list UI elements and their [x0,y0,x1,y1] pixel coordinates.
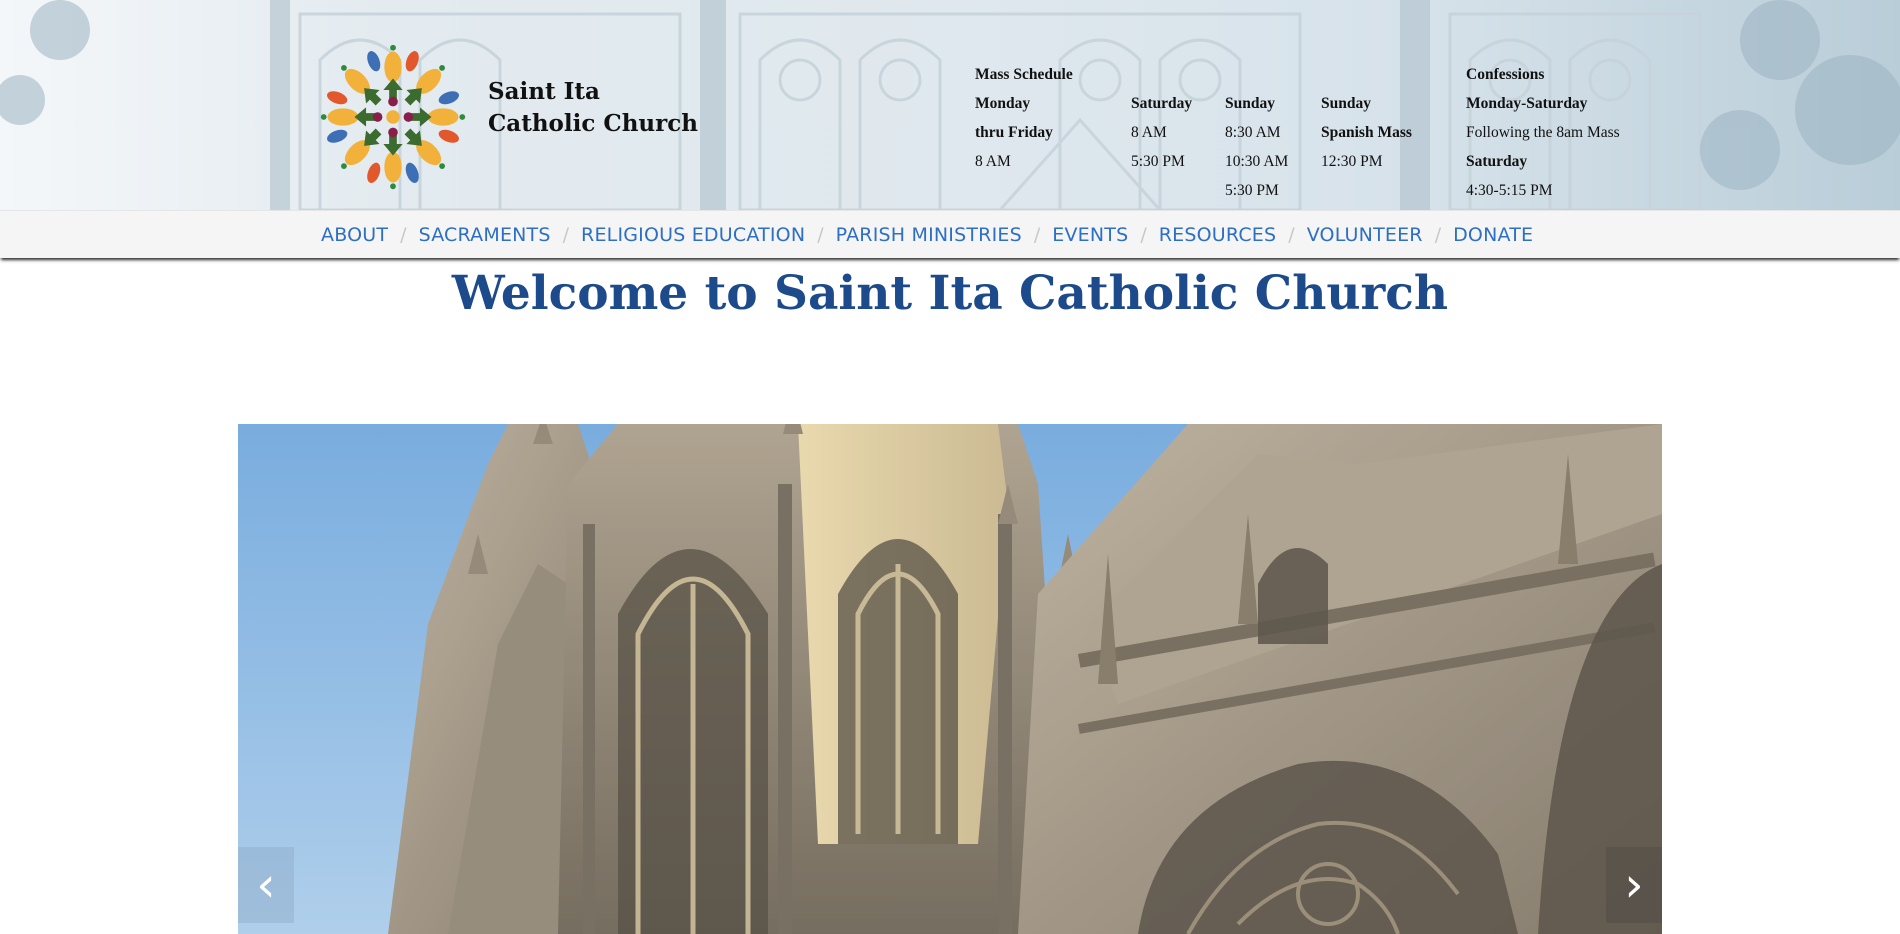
mass-schedule-sunday: Sunday 8:30 AM 10:30 AM 5:30 PM [1225,89,1288,205]
confessions-saturday: Saturday [1466,153,1528,170]
nav-religious-education[interactable]: RELIGIOUS EDUCATION [581,224,805,246]
sunday-spanish-time: 12:30 PM [1321,153,1383,170]
nav-parish-ministries[interactable]: PARISH MINISTRIES [836,224,1022,246]
saturday-label: Saturday [1131,95,1193,112]
nav-volunteer[interactable]: VOLUNTEER [1307,224,1423,246]
nav-donate[interactable]: DONATE [1453,224,1533,246]
nav-resources[interactable]: RESOURCES [1159,224,1277,246]
confessions-saturday-time: 4:30-5:15 PM [1466,182,1553,199]
nav-separator: / [1140,223,1147,246]
nav-list: ABOUT / SACRAMENTS / RELIGIOUS EDUCATION… [321,211,1533,258]
church-logo[interactable] [316,38,470,196]
confessions-heading: Confessions [1466,66,1545,83]
main-nav: ABOUT / SACRAMENTS / RELIGIOUS EDUCATION… [0,210,1900,258]
sunday-label: Sunday [1225,95,1275,112]
page-title: Welcome to Saint Ita Catholic Church [451,266,1449,321]
saturday-time-1: 8 AM [1131,124,1167,141]
sunday-time-3: 5:30 PM [1225,182,1279,199]
sunday-spanish-label: Spanish Mass [1321,124,1412,141]
saturday-time-2: 5:30 PM [1131,153,1185,170]
nav-sacraments[interactable]: SACRAMENTS [419,224,551,246]
site-name[interactable]: Saint Ita Catholic Church [488,76,698,140]
hero-slider[interactable] [238,424,1662,934]
sunday-spanish-day: Sunday [1321,95,1371,112]
sunday-time-2: 10:30 AM [1225,153,1289,170]
nav-separator: / [400,223,407,246]
site-name-line1: Saint Ita [488,78,600,105]
nav-separator: / [562,223,570,246]
confessions-schedule: Confessions Monday-Saturday Following th… [1466,60,1620,205]
weekday-label-2: thru Friday [975,124,1053,141]
confessions-note: Following the 8am Mass [1466,124,1620,141]
mass-schedule-heading: Mass Schedule [975,66,1073,83]
nav-separator: / [1288,223,1295,246]
nav-events[interactable]: EVENTS [1052,224,1128,246]
mass-schedule-weekday: Mass Schedule Monday thru Friday 8 AM [975,60,1073,176]
sunday-time-1: 8:30 AM [1225,124,1281,141]
mass-schedule-saturday: Saturday 8 AM 5:30 PM [1131,89,1192,176]
nav-separator: / [1434,223,1442,246]
site-name-line2: Catholic Church [488,110,698,137]
mass-schedule-sunday-spanish: Sunday Spanish Mass 12:30 PM [1321,89,1412,176]
weekday-label-1: Monday [975,95,1031,112]
nav-separator: / [1033,223,1041,246]
confessions-days: Monday-Saturday [1466,95,1588,112]
nav-about[interactable]: ABOUT [321,224,388,246]
nav-separator: / [817,223,824,246]
weekday-time: 8 AM [975,153,1011,170]
slider-next-button[interactable]: › [1606,847,1662,923]
site-header: Saint Ita Catholic Church Mass Schedule … [0,0,1900,210]
slider-prev-button[interactable]: ‹ [238,847,294,923]
slide-image-church [238,424,1662,934]
